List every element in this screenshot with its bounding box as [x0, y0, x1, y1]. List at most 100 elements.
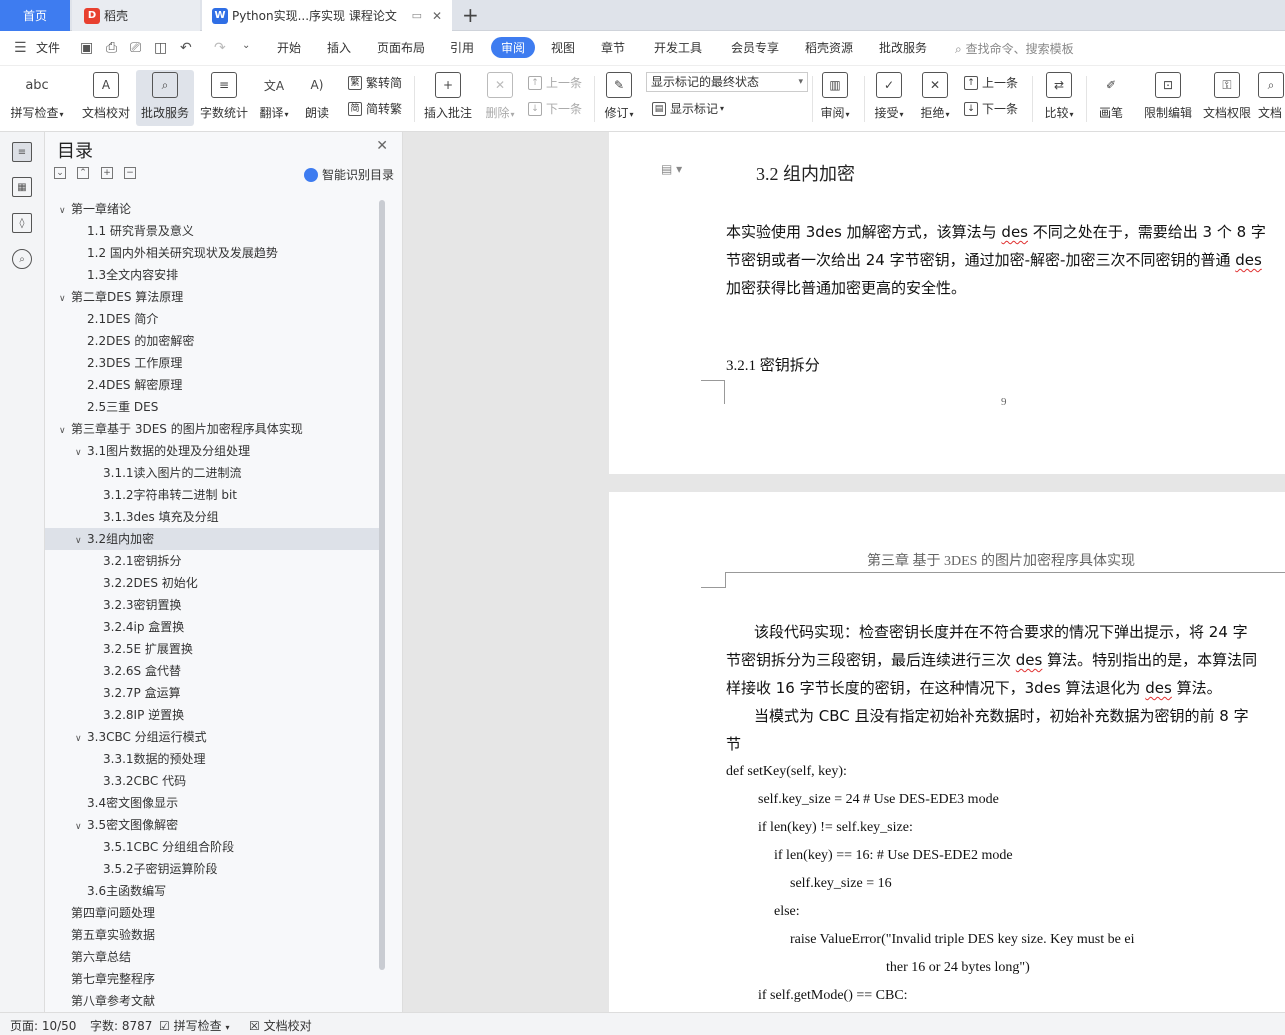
redo-icon[interactable]: ↷ [214, 40, 226, 56]
add-heading-icon[interactable]: + [101, 167, 113, 179]
spelling-error-mark[interactable]: des [1145, 679, 1172, 697]
toc-item[interactable]: 3.6主函数编写 [45, 880, 380, 902]
insert-comment-button[interactable]: + 插入批注 [420, 70, 476, 126]
toc-item[interactable]: ∨ 3.2组内加密 [45, 528, 380, 550]
toc-item[interactable]: 3.2.3密钥置换 [45, 594, 380, 616]
search-icon[interactable]: ⌕ [12, 249, 32, 269]
toc-item[interactable]: 3.2.5E 扩展置换 [45, 638, 380, 660]
review-pane-button[interactable]: ▥ 审阅▾ [816, 70, 854, 126]
document-check-button[interactable]: A 文档校对 [78, 70, 134, 126]
toc-item[interactable]: 3.2.7P 盒运算 [45, 682, 380, 704]
pen-button[interactable]: ✐ 画笔 [1094, 70, 1128, 126]
toc-scrollbar[interactable] [378, 198, 386, 976]
chapter-icon[interactable]: ▦ [12, 177, 32, 197]
compare-button[interactable]: ⇄ 比较▾ [1040, 70, 1078, 126]
toc-item[interactable]: 3.2.8IP 逆置换 [45, 704, 380, 726]
delete-comment-button[interactable]: ✕ 删除▾ [480, 70, 520, 126]
menu-insert[interactable]: 插入 [327, 39, 351, 56]
toc-item[interactable]: 3.2.4ip 盒置换 [45, 616, 380, 638]
correction-service-button[interactable]: ⌕ 批改服务 [136, 70, 194, 126]
toc-item[interactable]: 3.1.3des 填充及分组 [45, 506, 380, 528]
menu-start[interactable]: 开始 [277, 39, 301, 56]
hamburger-menu-icon[interactable]: ☰ [14, 40, 27, 56]
chevron-down-icon[interactable]: ∨ [75, 530, 87, 552]
menu-reference[interactable]: 引用 [450, 39, 474, 56]
translate-button[interactable]: 文A 翻译▾ [256, 70, 292, 126]
toc-item[interactable]: 第六章总结 [45, 946, 380, 968]
toc-item[interactable]: 第五章实验数据 [45, 924, 380, 946]
outline-icon[interactable]: ≡ [12, 142, 32, 162]
menu-chapter[interactable]: 章节 [601, 39, 625, 56]
toc-item[interactable]: 3.5.1CBC 分组组合阶段 [45, 836, 380, 858]
toc-item[interactable]: 3.2.2DES 初始化 [45, 572, 380, 594]
spelling-error-mark[interactable]: des [1001, 223, 1028, 241]
toc-item[interactable]: 3.3.1数据的预处理 [45, 748, 380, 770]
page-indicator[interactable]: 页面: 10/50 [10, 1017, 76, 1034]
chevron-down-icon[interactable]: ∨ [59, 420, 71, 442]
menu-correction-service[interactable]: 批改服务 [879, 39, 927, 56]
undo-icon[interactable]: ↶ [180, 40, 192, 56]
menu-developer[interactable]: 开发工具 [654, 39, 702, 56]
smart-toc-button[interactable]: 智能识别目录 [303, 166, 394, 183]
spell-check-button[interactable]: abc 拼写检查▾ [8, 70, 66, 126]
toc-item[interactable]: 2.4DES 解密原理 [45, 374, 380, 396]
toc-item[interactable]: 2.3DES 工作原理 [45, 352, 380, 374]
toc-item[interactable]: 第七章完整程序 [45, 968, 380, 990]
word-count-indicator[interactable]: 字数: 8787 [90, 1017, 152, 1034]
chevron-down-icon[interactable]: ∨ [59, 200, 71, 222]
collapse-all-icon[interactable]: ⌄ [54, 167, 66, 179]
chevron-down-icon[interactable]: ∨ [59, 288, 71, 310]
toc-item[interactable]: 第八章参考文献 [45, 990, 380, 1012]
toc-item[interactable]: ∨ 第三章基于 3DES 的图片加密程序具体实现 [45, 418, 380, 440]
bookmark-icon[interactable]: ◊ [12, 213, 32, 233]
new-tab-button[interactable]: + [462, 3, 479, 27]
toc-item[interactable]: ∨ 第一章绪论 [45, 198, 380, 220]
menu-view[interactable]: 视图 [551, 39, 575, 56]
trad-to-simp-button[interactable]: 繁繁转简 [348, 74, 402, 91]
toc-item[interactable]: ∨ 3.3CBC 分组运行模式 [45, 726, 380, 748]
remove-heading-icon[interactable]: − [124, 167, 136, 179]
close-tab-icon[interactable]: ✕ [432, 9, 442, 23]
next-change-button[interactable]: ↓ 下一条 [964, 100, 1018, 117]
menu-review[interactable]: 审阅 [491, 37, 536, 58]
menu-member[interactable]: 会员专享 [731, 39, 779, 56]
tab-document[interactable]: W Python实现...序实现 课程论文 ▭ ✕ [202, 0, 452, 31]
tab-daoke[interactable]: D 稻壳 [72, 0, 200, 31]
command-search[interactable]: ⌕ 查找命令、搜索模板 [955, 40, 1074, 57]
menu-page-layout[interactable]: 页面布局 [377, 39, 425, 56]
markup-state-select[interactable]: 显示标记的最终状态 ▾ [646, 72, 808, 92]
toc-item[interactable]: 2.5三重 DES [45, 396, 380, 418]
read-aloud-button[interactable]: A) 朗读 [300, 70, 334, 126]
simp-to-trad-button[interactable]: 简简转繁 [348, 100, 402, 117]
spelling-error-mark[interactable]: des [1235, 251, 1262, 269]
paragraph-options-icon[interactable]: ▤ ▾ [661, 162, 682, 176]
track-changes-button[interactable]: ✎ 修订▾ [600, 70, 638, 126]
print-preview-icon[interactable]: ◫ [154, 40, 167, 56]
print-icon[interactable]: ⎚ [130, 40, 141, 56]
toc-item[interactable]: 2.2DES 的加密解密 [45, 330, 380, 352]
status-spell-check[interactable]: ☑ 拼写检查 ▾ [159, 1017, 229, 1034]
next-comment-button[interactable]: ↓ 下一条 [528, 100, 582, 117]
toc-item[interactable]: 3.1.2字符串转二进制 bit [45, 484, 380, 506]
chevron-down-icon[interactable]: ∨ [75, 816, 87, 838]
toc-scrollbar-thumb[interactable] [379, 200, 385, 970]
save-icon[interactable]: ▣ [80, 40, 93, 56]
toc-item[interactable]: 3.2.1密钥拆分 [45, 550, 380, 572]
toc-item[interactable]: 3.5.2子密钥运算阶段 [45, 858, 380, 880]
document-page[interactable]: 第三章 基于 3DES 的图片加密程序具体实现 该段代码实现：检查密钥长度并在不… [609, 492, 1285, 1012]
toc-item[interactable]: 1.3全文内容安排 [45, 264, 380, 286]
toc-item[interactable]: 1.1 研究背景及意义 [45, 220, 380, 242]
toc-item[interactable]: ∨ 3.5密文图像解密 [45, 814, 380, 836]
expand-up-icon[interactable]: ⌃ [77, 167, 89, 179]
status-document-check[interactable]: ☒ 文档校对 [249, 1017, 312, 1034]
export-pdf-icon[interactable]: ⎙ [106, 40, 117, 56]
toc-item[interactable]: 3.4密文图像显示 [45, 792, 380, 814]
word-count-button[interactable]: ≡ 字数统计 [198, 70, 250, 126]
toc-item[interactable]: 3.2.6S 盒代替 [45, 660, 380, 682]
spelling-error-mark[interactable]: des [1016, 651, 1043, 669]
toc-item[interactable]: 1.2 国内外相关研究现状及发展趋势 [45, 242, 380, 264]
chevron-down-icon[interactable]: ∨ [75, 442, 87, 464]
menu-file[interactable]: 文件 [36, 39, 60, 56]
show-markup-button[interactable]: ▤ 显示标记 ▾ [652, 100, 724, 117]
document-area[interactable]: ▤ ▾ 3.2 组内加密 本实验使用 3des 加解密方式，该算法与 des 不… [404, 132, 1285, 1012]
